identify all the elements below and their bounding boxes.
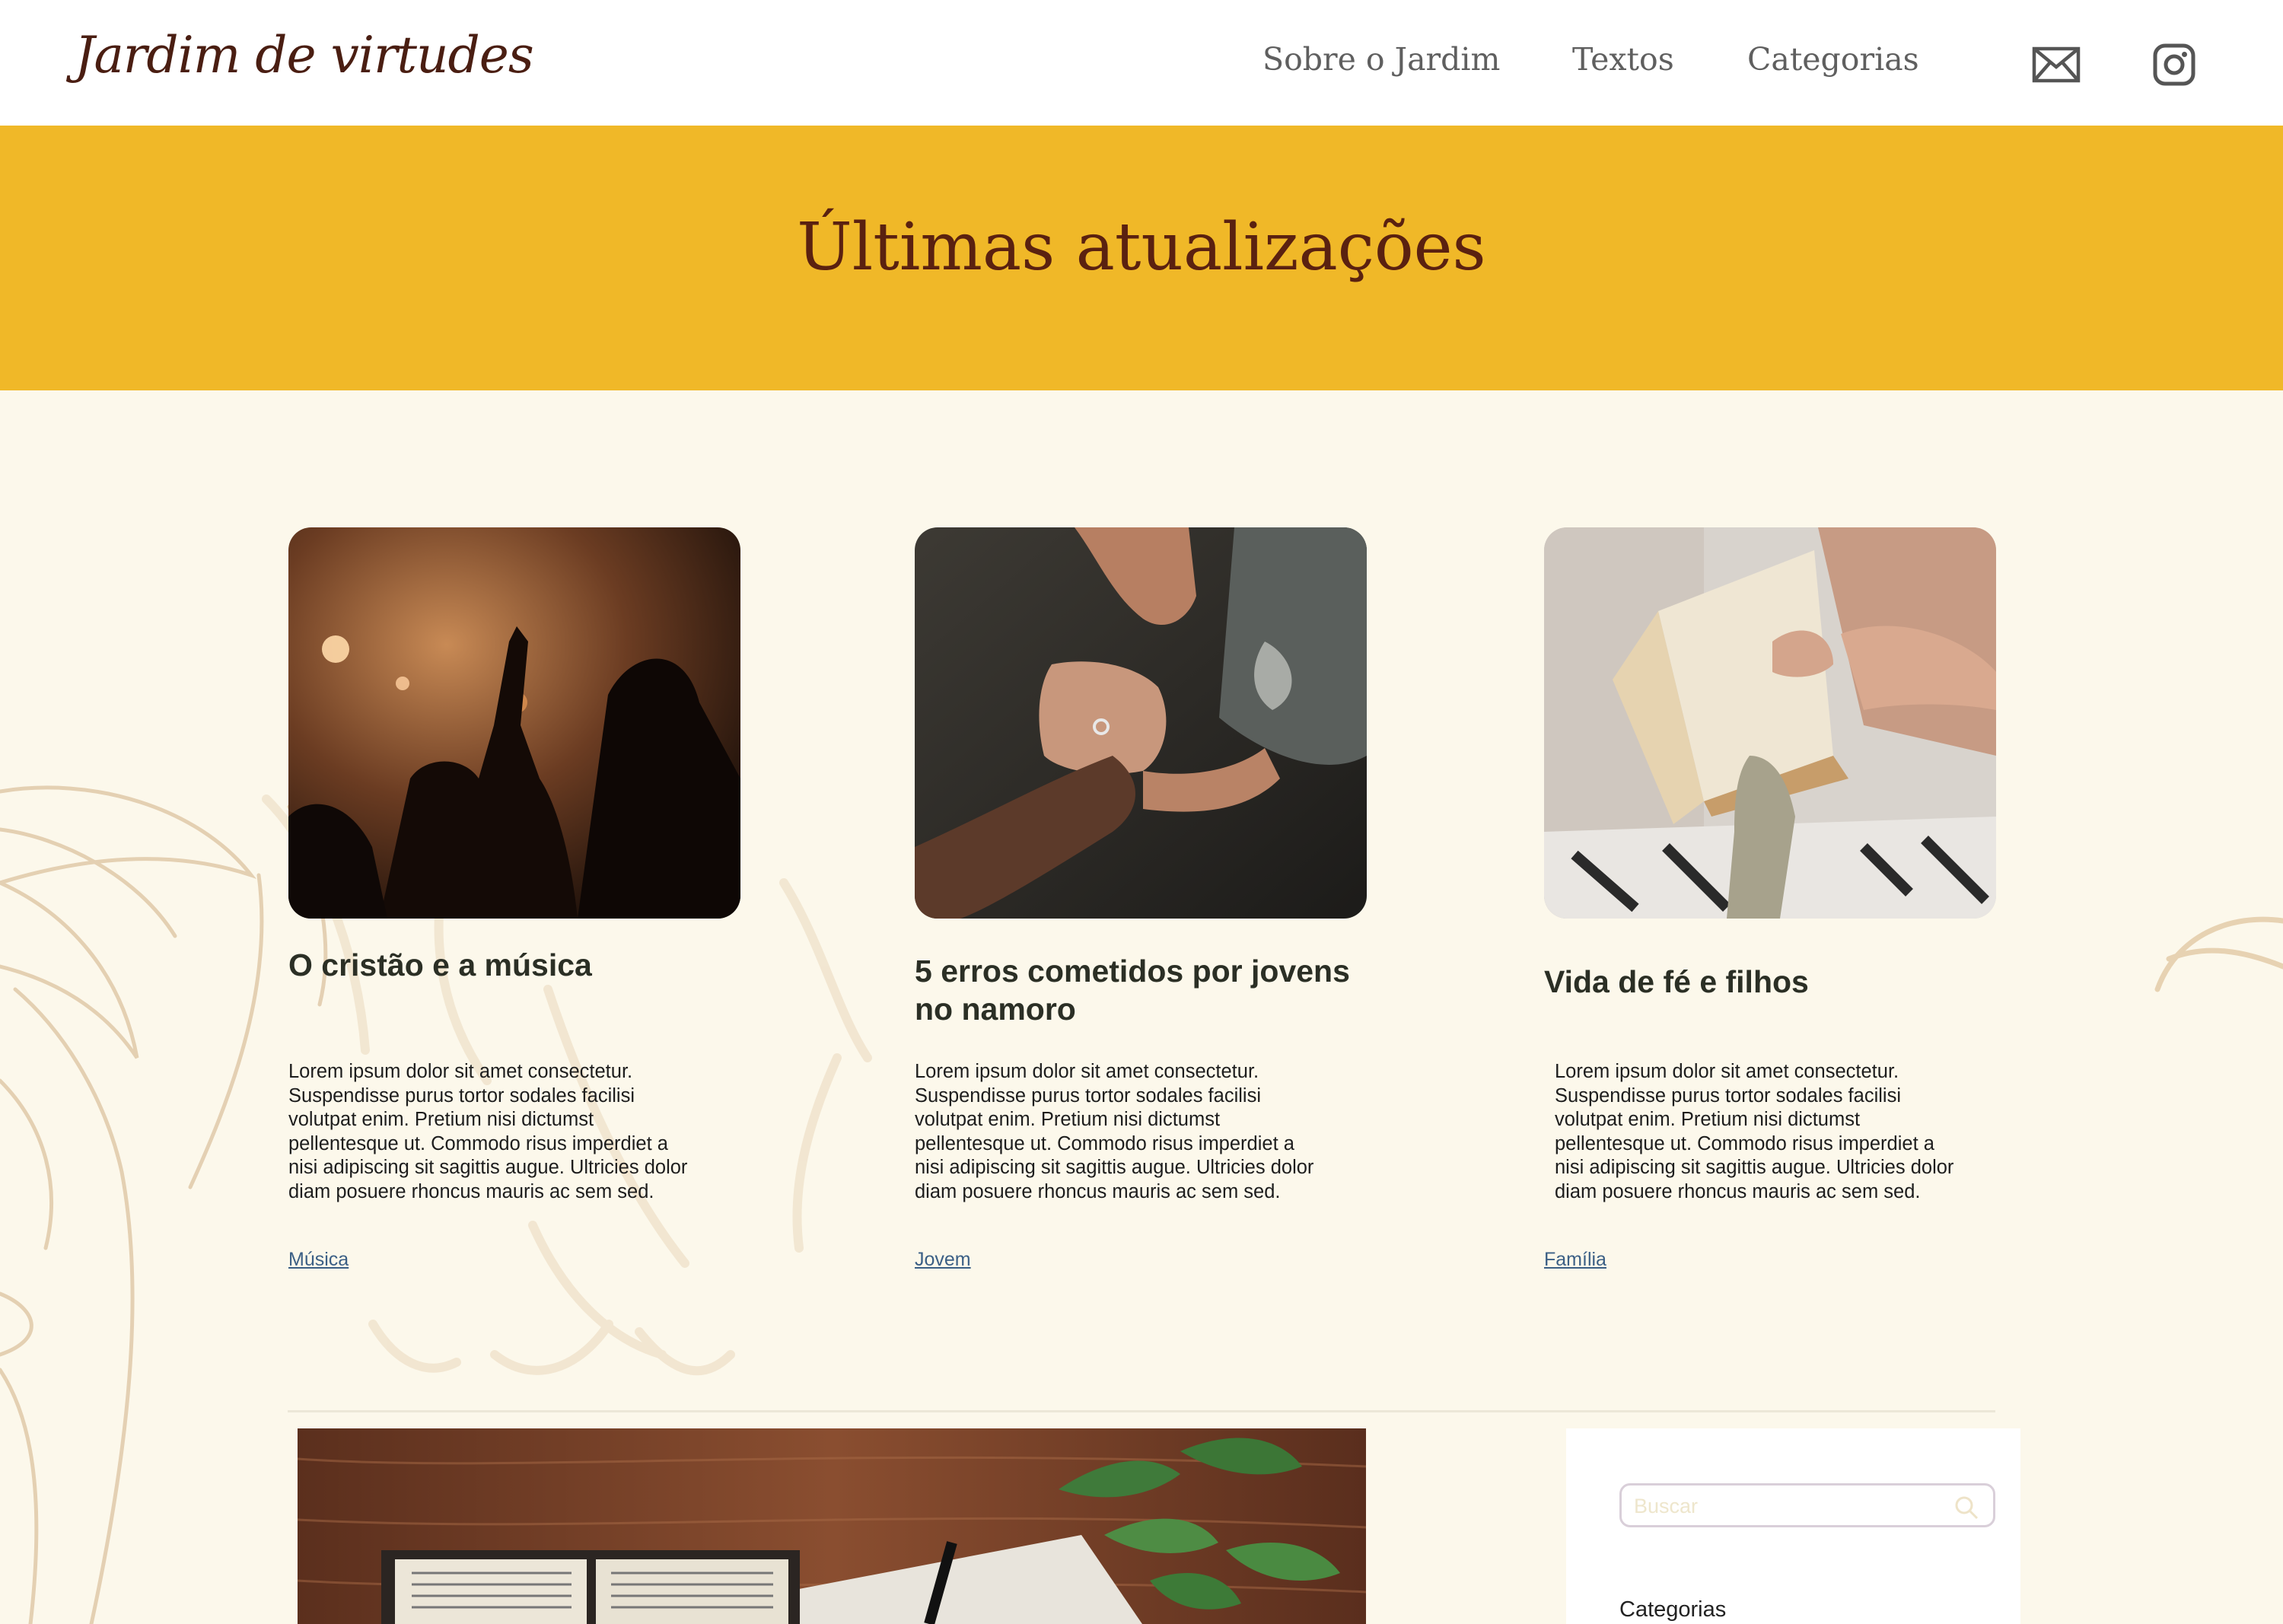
featured-post-image[interactable] [298, 1428, 1366, 1624]
post-category-link[interactable]: Música [288, 1249, 349, 1271]
sidebar: Categorias [1566, 1428, 2020, 1624]
section-divider [288, 1410, 1995, 1412]
post-title[interactable]: O cristão e a música [288, 946, 740, 984]
post-excerpt: Lorem ipsum dolor sit amet consectetur. … [288, 1061, 688, 1202]
search-input[interactable] [1634, 1493, 1938, 1519]
nav-link-textos[interactable]: Textos [1572, 41, 1674, 78]
post-image-concert[interactable] [288, 527, 740, 919]
post-card[interactable]: O cristão e a música Lorem ipsum dolor s… [288, 527, 740, 1270]
mail-icon[interactable] [2030, 38, 2083, 91]
post-title[interactable]: Vida de fé e filhos [1544, 963, 1996, 1001]
post-card[interactable]: Vida de fé e filhos Lorem ipsum dolor si… [1544, 527, 1996, 1270]
search-icon[interactable] [1953, 1495, 1979, 1521]
hero-banner: Últimas atualizações [0, 126, 2283, 390]
instagram-icon[interactable] [2148, 38, 2201, 91]
post-category-link[interactable]: Família [1544, 1249, 1606, 1271]
post-image-hands[interactable] [915, 527, 1367, 919]
page-title: Últimas atualizações [797, 209, 1486, 285]
post-title[interactable]: 5 erros cometidos por jovens no namoro [915, 952, 1367, 1028]
post-image-book[interactable] [1544, 527, 1996, 919]
post-card[interactable]: 5 erros cometidos por jovens no namoro L… [915, 527, 1367, 1270]
site-logo[interactable]: Jardim de virtudes [75, 26, 534, 84]
nav-link-categorias[interactable]: Categorias [1747, 41, 1919, 78]
post-excerpt: Lorem ipsum dolor sit amet consectetur. … [915, 1061, 1314, 1202]
site-header: Jardim de virtudes Sobre o Jardim Textos… [0, 0, 2283, 126]
nav-link-sobre[interactable]: Sobre o Jardim [1262, 41, 1500, 78]
search-box [1619, 1483, 1995, 1527]
post-excerpt: Lorem ipsum dolor sit amet consectetur. … [1555, 1061, 1954, 1202]
categories-heading: Categorias [1619, 1597, 1727, 1622]
post-category-link[interactable]: Jovem [915, 1249, 971, 1271]
